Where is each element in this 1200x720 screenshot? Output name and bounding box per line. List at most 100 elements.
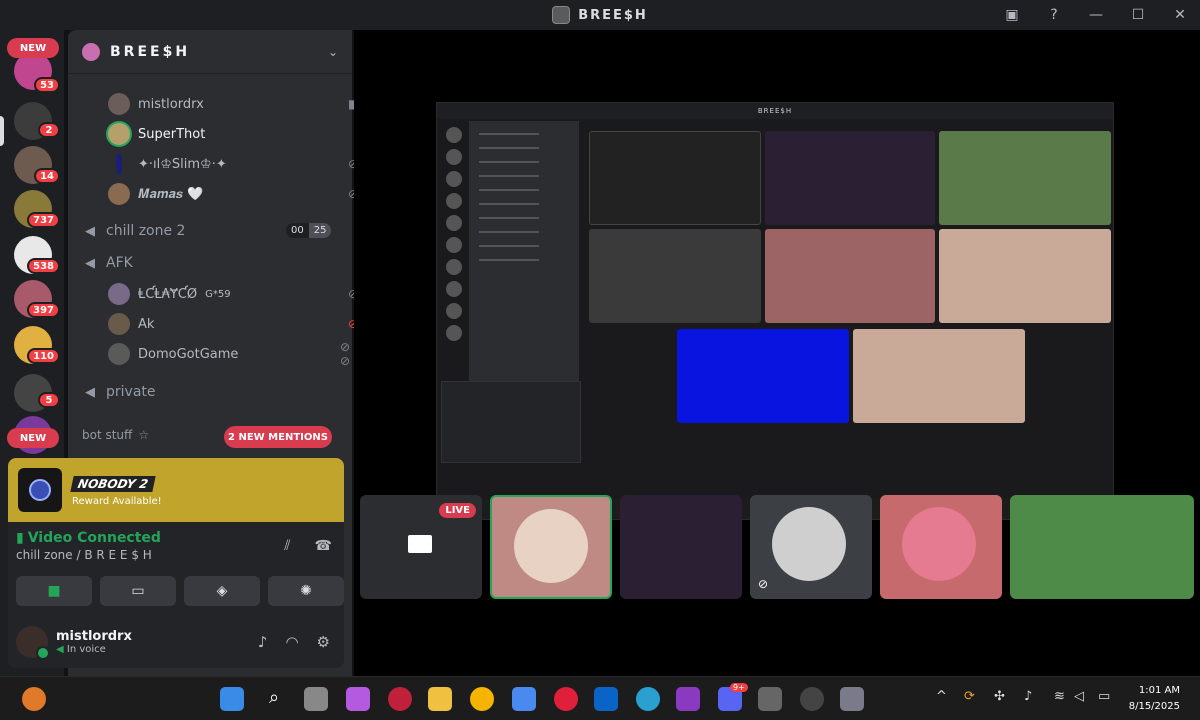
new-unreads-pill[interactable]: NEW [7, 428, 59, 448]
camera-button[interactable]: ■ [16, 576, 92, 606]
participant-tile[interactable]: ⊘ [750, 495, 872, 599]
screen-share-view[interactable]: BREE$H [436, 102, 1114, 520]
opera-gx-icon[interactable] [388, 687, 412, 711]
voice-member[interactable]: ⱠƇⱠ₳ɎƇØ G*59 ⊘ [108, 282, 358, 306]
participant-tile[interactable] [1010, 495, 1194, 599]
voice-member[interactable]: ✦·ıl♔Slim♔·✦ ⊘ [108, 152, 358, 176]
guild-tag: G*59 [205, 288, 231, 300]
new-mentions-pill[interactable]: 2 NEW MENTIONS [224, 426, 332, 448]
voice-member[interactable]: Ak ⊘ [108, 312, 358, 336]
outlook-icon[interactable] [594, 687, 618, 711]
lock-speaker-icon: ◀ [85, 384, 95, 400]
voice-member[interactable]: 𝑴𝒂𝒎𝒂𝒔 🤍 ⊘ [108, 182, 358, 206]
quest-reward-text: Reward Available! [72, 496, 162, 507]
gear-icon[interactable]: ⚙ [317, 633, 330, 651]
mention-badge: 110 [27, 348, 60, 364]
stream-tile[interactable]: LIVE [360, 495, 482, 599]
chevron-down-icon[interactable]: ⌄ [328, 45, 338, 59]
new-unreads-pill[interactable]: NEW [7, 38, 59, 58]
opera-icon[interactable] [554, 687, 578, 711]
server-header[interactable]: BREE$H ⌄ [68, 30, 352, 74]
close-button[interactable]: ✕ [1170, 5, 1190, 25]
obs-icon[interactable] [800, 687, 824, 711]
mention-badge: 538 [27, 258, 60, 274]
voice-member[interactable]: SuperThot [108, 122, 205, 146]
bluetooth-icon[interactable]: ✣ [994, 689, 1005, 704]
file-explorer-icon[interactable] [428, 687, 452, 711]
participant-tile[interactable] [490, 495, 612, 599]
voice-connection: ▮ Video Connected chill zone / B R E E $… [16, 530, 336, 562]
edge-icon[interactable] [636, 687, 660, 711]
search-icon[interactable]: ⌕ [262, 687, 286, 711]
voice-actions: ■ ▭ ◈ ✺ [16, 576, 344, 606]
volume-icon[interactable]: ◁ [1074, 689, 1084, 704]
shared-tile [939, 131, 1111, 225]
inbox-icon[interactable]: ▣ [1002, 5, 1022, 25]
speaker-icon: ◀ [85, 223, 95, 239]
discord-app: BREE$H ▣ ? — ☐ ✕ NEW 53 2 14 737 538 397… [0, 0, 1200, 676]
share-screen-button[interactable]: ▭ [100, 576, 176, 606]
category-bot-stuff[interactable]: bot stuff ☆ [82, 428, 149, 442]
quest-banner[interactable]: NOBODY 2 Reward Available! [8, 458, 344, 522]
soundboard-button[interactable]: ✺ [268, 576, 344, 606]
participant-tile[interactable] [880, 495, 1002, 599]
category-name: bot stuff [82, 428, 133, 442]
window-title-text: BREE$H [578, 7, 648, 23]
clock-time: 1:01 AM [1138, 685, 1180, 696]
voice-status-text: Video Connected [27, 530, 161, 546]
clock[interactable]: 1:01 AM 8/15/2025 [1129, 683, 1180, 715]
chevron-up-icon[interactable]: ^ [936, 689, 947, 704]
user-status-text: In voice [66, 644, 106, 655]
voice-member[interactable]: mistlordrx ■ [108, 92, 359, 116]
voice-channel-chill-zone-2[interactable]: ◀ chill zone 2 [82, 219, 185, 243]
member-name: mistlordrx [138, 96, 204, 112]
server-name: BREE$H [110, 43, 191, 60]
chrome-icon[interactable] [470, 687, 494, 711]
mention-badge: 2 [38, 122, 60, 138]
camera-app-icon[interactable] [758, 687, 782, 711]
deafened-icon: ⊘ ⊘ [340, 340, 351, 368]
microphone-icon[interactable]: ♪ [258, 633, 268, 651]
avatar [902, 507, 976, 581]
widgets-icon[interactable] [22, 687, 46, 711]
user-status: ◀ In voice [56, 644, 132, 655]
microphone-tray-icon[interactable]: ♪ [1024, 689, 1032, 704]
avatar [108, 93, 130, 115]
user-limit: 25 [308, 223, 332, 238]
noise-suppression-icon[interactable]: ⫽ [284, 538, 290, 554]
speaker-icon: ◀ [85, 255, 95, 271]
battery-icon[interactable]: ▭ [1098, 689, 1110, 704]
voice-member[interactable]: DomoGotGame ⊘ ⊘ [108, 340, 350, 368]
mention-badge: 397 [27, 302, 60, 318]
sync-icon[interactable]: ⟳ [964, 689, 975, 704]
voice-channel-afk[interactable]: ◀ AFK [82, 251, 133, 275]
user-name[interactable]: mistlordrx [56, 629, 132, 644]
user-count: 00 [286, 223, 309, 238]
signal-icon: ▮ [16, 530, 24, 546]
headphones-icon[interactable]: ◠ [285, 633, 298, 651]
mention-badge: 5 [38, 392, 60, 408]
voice-panel: NOBODY 2 Reward Available! ▮ Video Conne… [8, 458, 344, 668]
disconnect-icon[interactable]: ☎ [315, 538, 332, 554]
user-limit-badge: 00 25 [286, 223, 332, 238]
voice-channel-private[interactable]: ◀ private [82, 380, 156, 404]
help-icon[interactable]: ? [1044, 5, 1064, 25]
minimize-button[interactable]: — [1086, 5, 1106, 25]
wifi-icon[interactable]: ≋ [1054, 689, 1065, 704]
member-name: Ak [138, 316, 155, 332]
activity-button[interactable]: ◈ [184, 576, 260, 606]
window-controls: ▣ ? — ☐ ✕ [1002, 5, 1190, 25]
task-view-icon[interactable] [304, 687, 328, 711]
store-icon[interactable] [512, 687, 536, 711]
monitor-icon [408, 535, 432, 553]
avatar [108, 343, 130, 365]
maximize-button[interactable]: ☐ [1128, 5, 1148, 25]
start-icon[interactable] [220, 687, 244, 711]
avatar [108, 313, 130, 335]
copilot-icon[interactable] [346, 687, 370, 711]
clipchamp-icon[interactable] [676, 687, 700, 711]
avatar[interactable] [16, 626, 50, 660]
participant-tile[interactable] [620, 495, 742, 599]
settings-icon[interactable] [840, 687, 864, 711]
title-bar: BREE$H ▣ ? — ☐ ✕ [0, 0, 1200, 30]
